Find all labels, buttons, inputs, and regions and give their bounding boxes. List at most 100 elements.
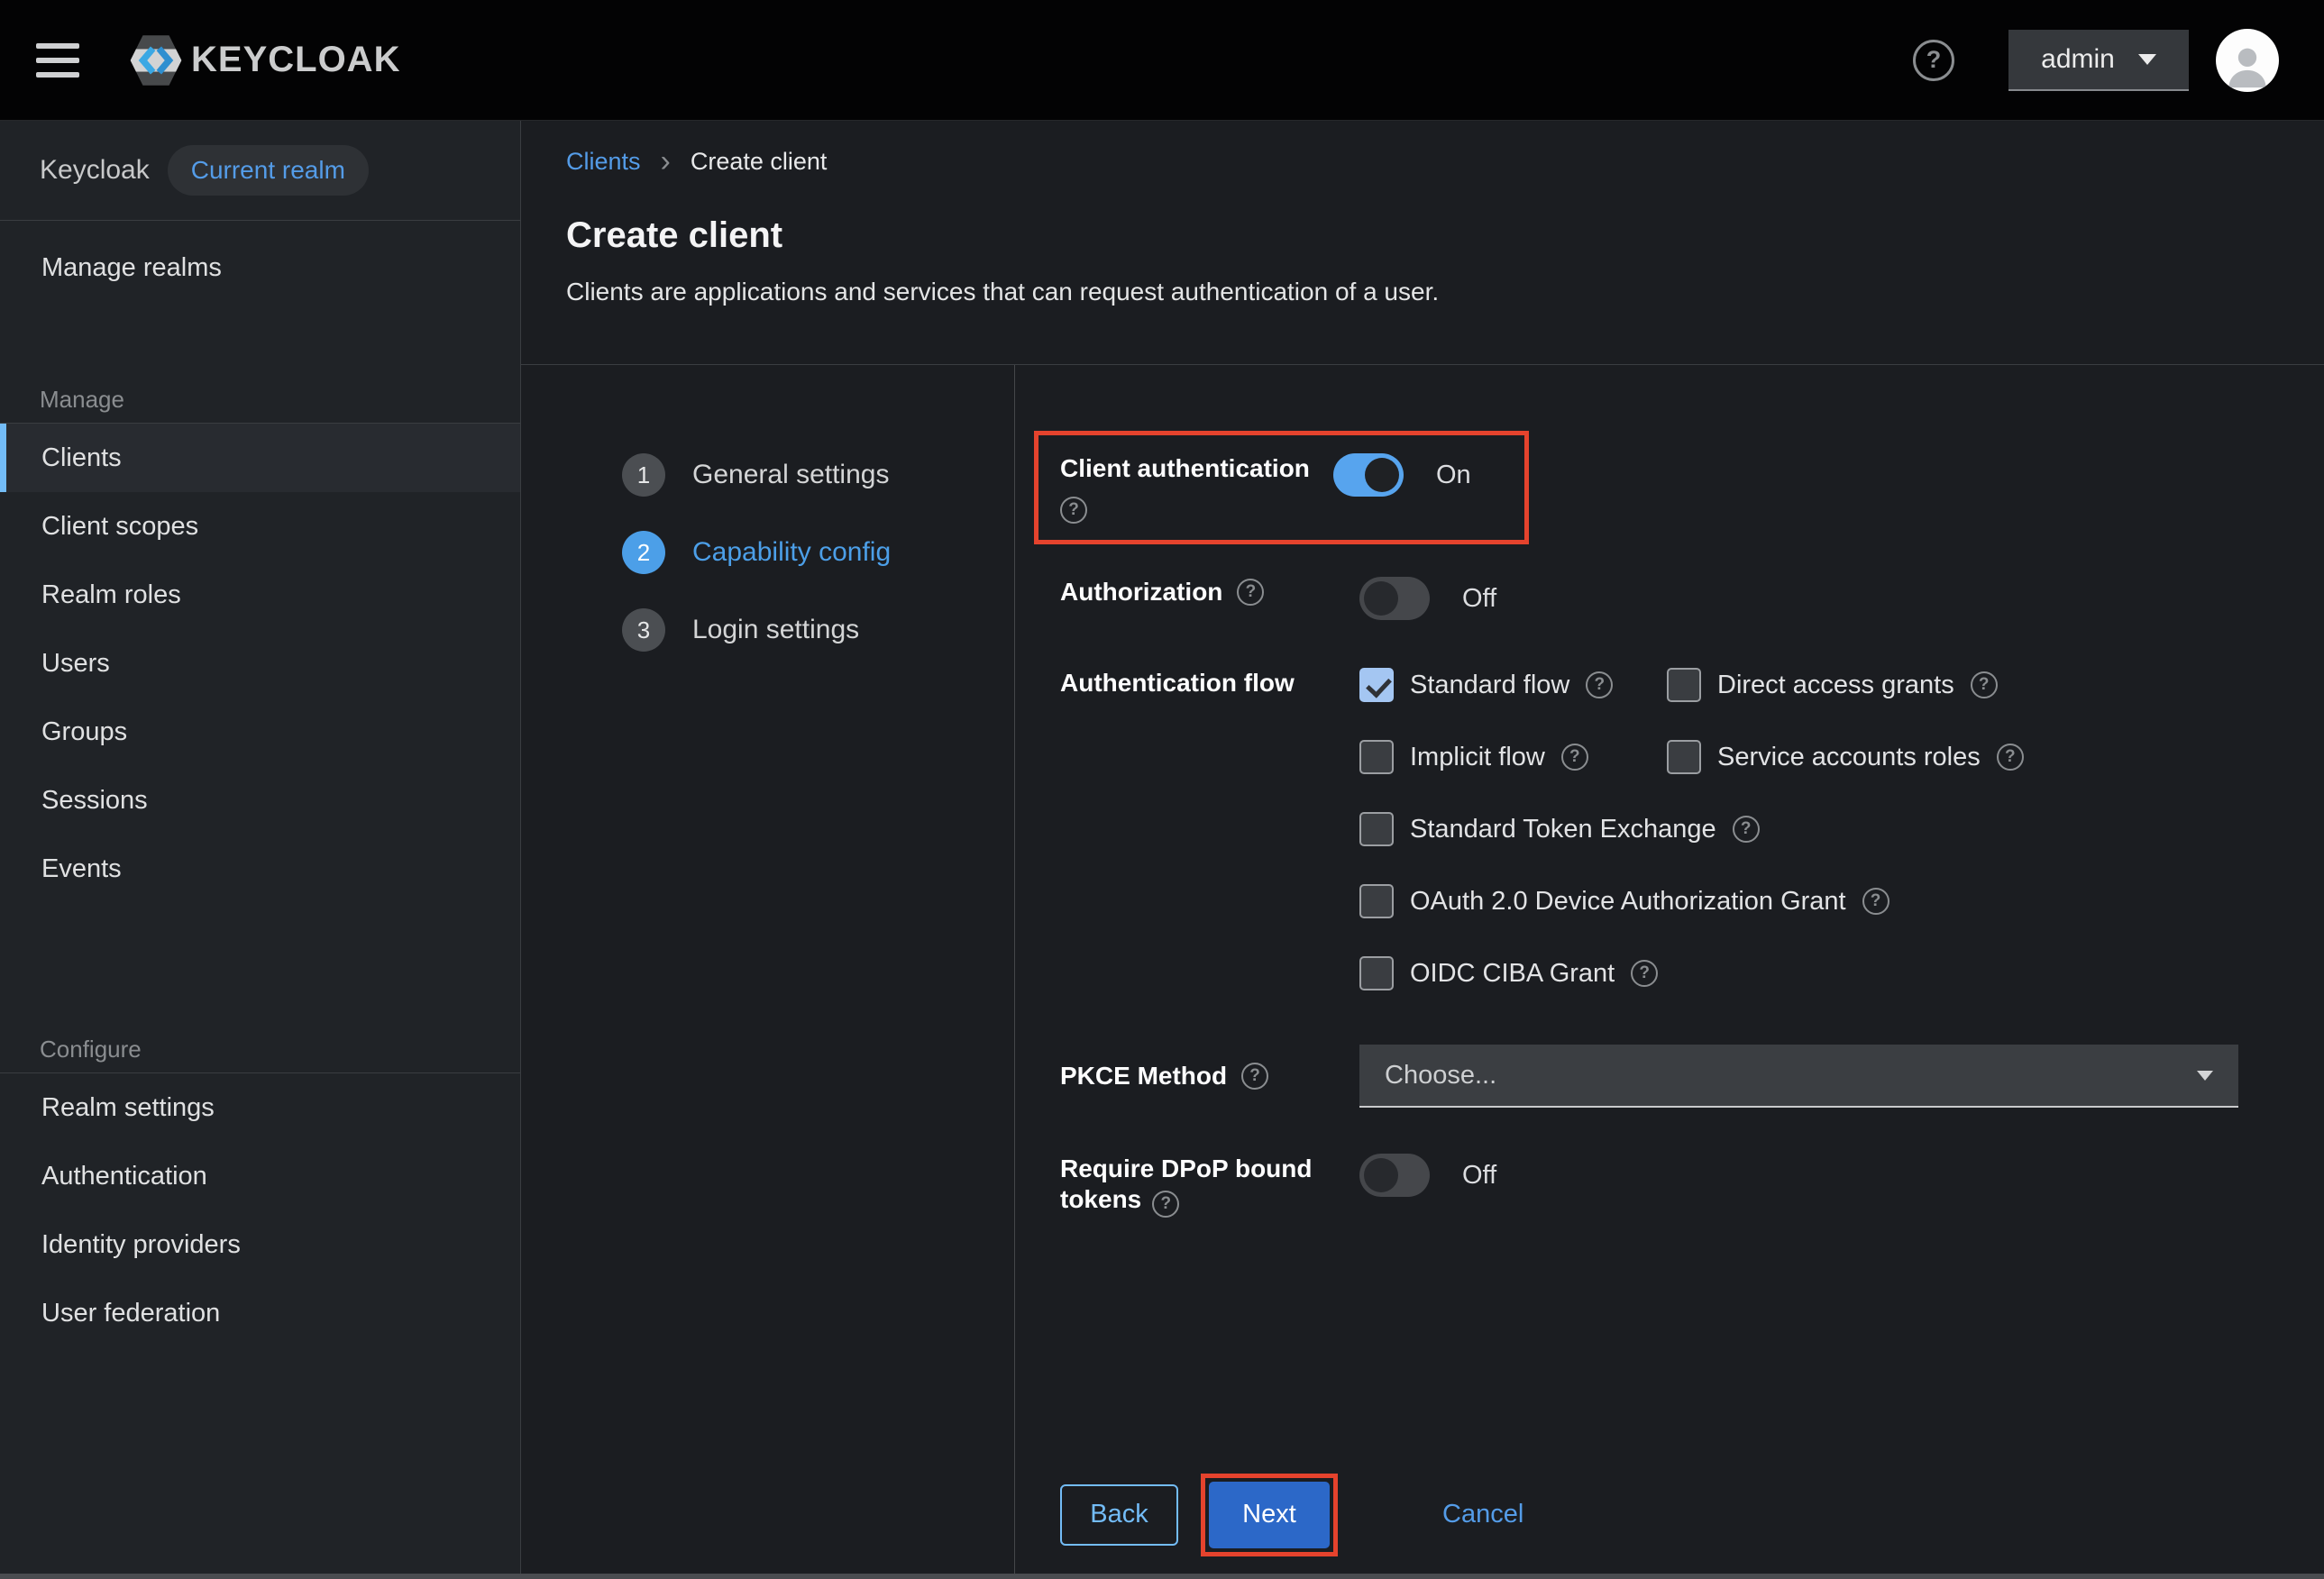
back-button[interactable]: Back <box>1060 1484 1178 1546</box>
step-number: 3 <box>622 608 665 652</box>
client-authentication-label: Client authentication <box>1060 453 1333 484</box>
keycloak-logo-icon <box>126 31 186 90</box>
pkce-method-select[interactable]: Choose... <box>1359 1045 2238 1108</box>
toggle-knob <box>1365 458 1399 492</box>
sidebar-item-identity-providers[interactable]: Identity providers <box>0 1210 520 1279</box>
page-description: Clients are applications and services th… <box>566 278 2288 306</box>
dpop-state: Off <box>1462 1161 1496 1191</box>
standard-flow-checkbox[interactable] <box>1359 668 1394 702</box>
masthead: KEYCLOAK ? admin <box>0 0 2324 121</box>
option-service-accounts-roles: Service accounts roles ? <box>1667 740 2024 774</box>
hamburger-menu-icon[interactable] <box>36 43 79 78</box>
oauth-device-grant-checkbox[interactable] <box>1359 884 1394 918</box>
help-icon[interactable]: ? <box>1971 671 1998 698</box>
user-name: admin <box>2041 44 2115 75</box>
oidc-ciba-grant-checkbox[interactable] <box>1359 956 1394 990</box>
help-icon[interactable]: ? <box>1997 744 2024 771</box>
help-icon[interactable]: ? <box>1862 888 1889 915</box>
chevron-down-icon <box>2197 1071 2213 1081</box>
option-oidc-ciba-grant: OIDC CIBA Grant ? <box>1359 956 1658 990</box>
step-number: 2 <box>622 531 665 574</box>
step-label: Login settings <box>692 615 859 645</box>
authentication-flow-options: Standard flow ? Direct access grants ? I <box>1359 668 2324 990</box>
authorization-label: Authorization <box>1060 577 1222 607</box>
step-number: 1 <box>622 453 665 497</box>
highlight-box-next: Next <box>1201 1474 1338 1556</box>
help-icon[interactable]: ? <box>1631 960 1658 987</box>
toggle-knob <box>1364 1158 1398 1192</box>
sidebar-item-users[interactable]: Users <box>0 629 520 698</box>
breadcrumb: Clients › Create client <box>566 148 2288 176</box>
current-realm-badge[interactable]: Current realm <box>168 145 369 196</box>
breadcrumb-current: Create client <box>691 148 828 176</box>
client-authentication-row: Client authentication ? On <box>1060 453 1506 524</box>
keycloak-logo: KEYCLOAK <box>126 31 400 90</box>
checkbox-label: Direct access grants <box>1717 671 1954 700</box>
sidebar-item-realm-settings[interactable]: Realm settings <box>0 1073 520 1142</box>
checkbox-label: Standard Token Exchange <box>1410 815 1716 844</box>
pkce-method-value: Choose... <box>1385 1061 1496 1091</box>
main-content: Clients › Create client Create client Cl… <box>521 121 2324 1579</box>
sidebar-item-authentication[interactable]: Authentication <box>0 1142 520 1210</box>
highlight-box-client-auth: Client authentication ? On <box>1034 431 1529 544</box>
brand-text: KEYCLOAK <box>191 40 400 80</box>
sidebar-item-client-scopes[interactable]: Client scopes <box>0 492 520 561</box>
sidebar-item-clients[interactable]: Clients <box>0 424 520 492</box>
help-icon[interactable]: ? <box>1561 744 1588 771</box>
authorization-row: Authorization ? Off <box>1060 577 2324 620</box>
realm-selector: Keycloak Current realm <box>0 121 520 221</box>
help-icon[interactable]: ? <box>1733 816 1760 843</box>
help-icon[interactable]: ? <box>1586 671 1613 698</box>
help-icon[interactable]: ? <box>1237 579 1264 606</box>
checkbox-label: Service accounts roles <box>1717 743 1981 772</box>
sidebar: Keycloak Current realm Manage realms Man… <box>0 121 521 1579</box>
cancel-button[interactable]: Cancel <box>1442 1500 1523 1529</box>
next-button[interactable]: Next <box>1209 1482 1330 1548</box>
direct-access-grants-checkbox[interactable] <box>1667 668 1701 702</box>
implicit-flow-checkbox[interactable] <box>1359 740 1394 774</box>
sidebar-section-manage: Manage <box>0 381 520 414</box>
bottom-scroll-strip <box>0 1574 2324 1579</box>
sidebar-item-events[interactable]: Events <box>0 835 520 903</box>
dpop-toggle[interactable] <box>1359 1154 1430 1197</box>
authentication-flow-row: Authentication flow Standard flow ? Dire… <box>1060 668 2324 990</box>
client-authentication-state: On <box>1436 461 1471 490</box>
help-icon[interactable]: ? <box>1152 1191 1179 1218</box>
checkbox-label: OIDC CIBA Grant <box>1410 959 1615 989</box>
option-direct-access-grants: Direct access grants ? <box>1667 668 1998 702</box>
wizard-step-capability-config[interactable]: 2 Capability config <box>622 531 891 574</box>
dpop-label: Require DPoP bound tokens <box>1060 1155 1313 1213</box>
pkce-method-label: PKCE Method <box>1060 1061 1227 1091</box>
wizard-step-general-settings[interactable]: 1 General settings <box>622 453 889 497</box>
sidebar-item-user-federation[interactable]: User federation <box>0 1279 520 1347</box>
step-label: General settings <box>692 460 889 490</box>
sidebar-item-manage-realms[interactable]: Manage realms <box>0 241 520 295</box>
create-client-wizard: 1 General settings 2 Capability config 3… <box>521 365 2324 1579</box>
authorization-toggle[interactable] <box>1359 577 1430 620</box>
breadcrumb-clients-link[interactable]: Clients <box>566 148 641 176</box>
wizard-footer: Back Next Cancel <box>1060 1474 2324 1556</box>
help-icon[interactable]: ? <box>1060 497 1087 524</box>
client-authentication-toggle[interactable] <box>1333 453 1404 497</box>
option-standard-flow: Standard flow ? <box>1359 668 1667 702</box>
option-implicit-flow: Implicit flow ? <box>1359 740 1667 774</box>
sidebar-item-groups[interactable]: Groups <box>0 698 520 766</box>
standard-token-exchange-checkbox[interactable] <box>1359 812 1394 846</box>
checkbox-label: Implicit flow <box>1410 743 1545 772</box>
service-accounts-roles-checkbox[interactable] <box>1667 740 1701 774</box>
help-icon[interactable]: ? <box>1241 1063 1268 1090</box>
help-icon[interactable]: ? <box>1913 40 1954 81</box>
authorization-state: Off <box>1462 584 1496 614</box>
wizard-nav: 1 General settings 2 Capability config 3… <box>521 365 1015 1579</box>
wizard-step-login-settings[interactable]: 3 Login settings <box>622 608 859 652</box>
sidebar-item-sessions[interactable]: Sessions <box>0 766 520 835</box>
page-header: Clients › Create client Create client Cl… <box>521 121 2324 365</box>
step-label: Capability config <box>692 537 891 568</box>
page-title: Create client <box>566 215 2288 256</box>
chevron-right-icon: › <box>661 150 671 174</box>
user-dropdown[interactable]: admin <box>2008 30 2189 91</box>
user-avatar-icon <box>2221 40 2274 92</box>
sidebar-item-realm-roles[interactable]: Realm roles <box>0 561 520 629</box>
avatar[interactable] <box>2216 29 2279 92</box>
option-oauth-device-grant: OAuth 2.0 Device Authorization Grant ? <box>1359 884 1889 918</box>
